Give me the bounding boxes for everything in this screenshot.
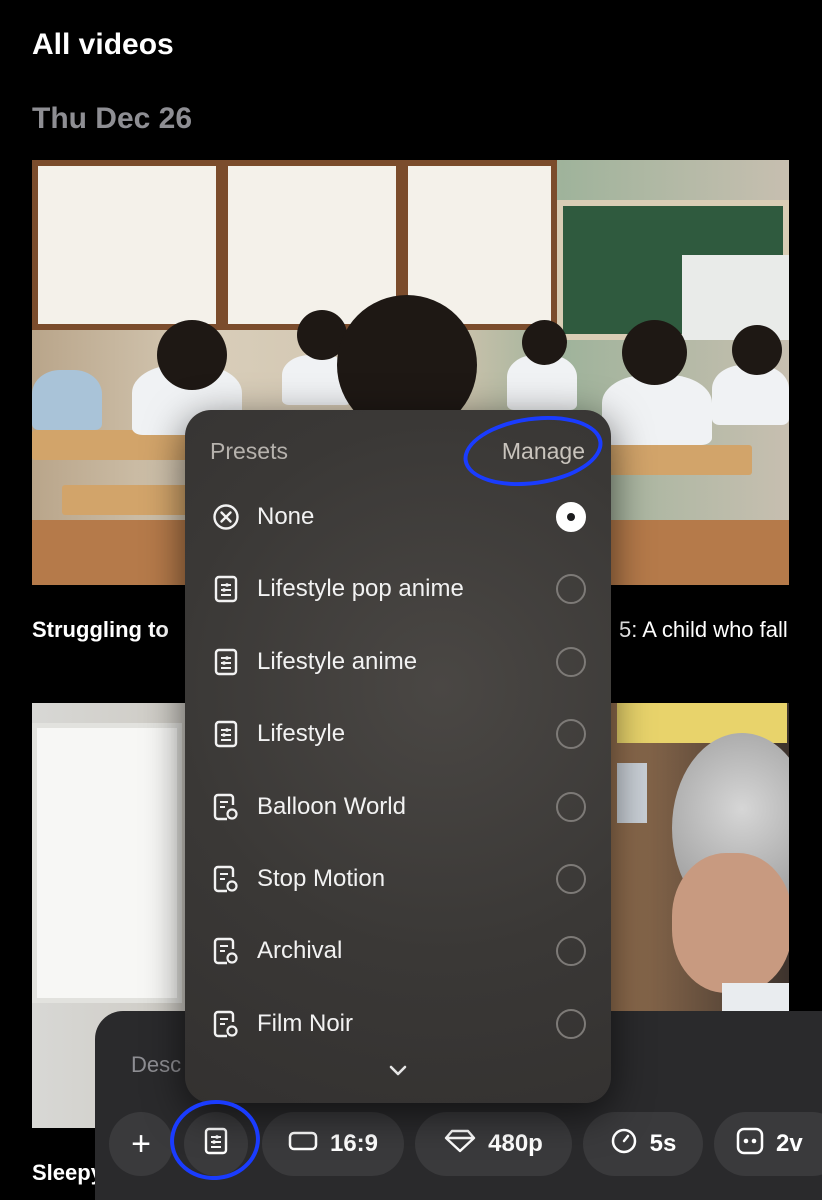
student-head [157, 320, 227, 390]
aspect-ratio-button[interactable]: 16:9 [262, 1112, 404, 1176]
variants-label: 2v [776, 1130, 803, 1157]
duration-label: 5s [649, 1130, 677, 1157]
preset-radio[interactable] [556, 574, 586, 605]
video-title[interactable]: Struggling to [32, 617, 169, 643]
student-head [732, 325, 782, 375]
preset-radio[interactable] [556, 864, 586, 894]
add-button[interactable]: + [109, 1112, 173, 1176]
plus-icon: + [131, 1124, 151, 1163]
preset-radio[interactable] [556, 646, 586, 677]
preset-label: Lifestyle anime [257, 647, 418, 675]
student-head [622, 320, 687, 385]
preset-radio[interactable] [556, 791, 586, 822]
preset-radio[interactable] [556, 936, 586, 967]
chevron-down-icon[interactable] [385, 1058, 411, 1084]
preset-radio[interactable] [556, 502, 586, 532]
preset-label: Film Noir [257, 1009, 353, 1037]
diamond-icon [444, 1129, 476, 1160]
preset-radio[interactable] [556, 719, 586, 750]
preset-option[interactable]: Lifestyle anime [185, 632, 611, 692]
preset-option[interactable]: Lifestyle pop anime [185, 559, 611, 619]
preset-option[interactable]: Stop Motion [185, 849, 611, 909]
resolution-label: 480p [488, 1130, 543, 1157]
resolution-button[interactable]: 480p [415, 1112, 572, 1176]
preset-label: Stop Motion [257, 865, 386, 892]
custom-preset-icon [212, 937, 240, 965]
student [602, 375, 712, 445]
preset-option[interactable]: Lifestyle [185, 704, 611, 764]
preset-option[interactable]: Archival [185, 921, 611, 981]
video-title[interactable]: Sleepy [32, 1160, 103, 1186]
preset-label: Balloon World [257, 792, 406, 820]
classroom-window [32, 723, 182, 1003]
prompt-input[interactable]: Desc [131, 1052, 181, 1078]
aspect-ratio-label: 16:9 [329, 1130, 379, 1157]
rectangle-icon [288, 1130, 318, 1158]
preset-label: Lifestyle pop anime [257, 575, 464, 603]
variants-button[interactable]: 2v [714, 1112, 822, 1176]
date-header: Thu Dec 26 [32, 102, 193, 135]
presets-menu: Presets Manage None Lifestyle pop anime Li… [185, 410, 611, 1103]
presets-menu-title: Presets [210, 438, 288, 464]
preset-option[interactable]: None [185, 487, 611, 547]
custom-preset-icon [212, 793, 240, 821]
manage-presets-button[interactable]: Manage [502, 438, 585, 465]
sliders-doc-icon [212, 720, 240, 748]
page-title: All videos [32, 28, 174, 61]
duration-button[interactable]: 5s [583, 1112, 703, 1176]
sliders-doc-icon [212, 648, 240, 676]
teacher-face [672, 853, 789, 993]
sliders-doc-icon [212, 575, 240, 603]
preset-label: None [257, 503, 315, 530]
classroom-window [32, 160, 222, 330]
preset-radio[interactable] [556, 1008, 586, 1039]
student [32, 370, 102, 430]
whiteboard [682, 255, 789, 340]
variants-icon [736, 1127, 764, 1162]
desk [62, 485, 202, 515]
preset-label: Archival [257, 937, 343, 965]
custom-preset-icon [212, 865, 240, 893]
video-title-continued[interactable]: 5: A child who fall [619, 617, 788, 643]
presets-button[interactable] [184, 1112, 248, 1176]
preset-option[interactable]: Balloon World [185, 777, 611, 837]
wall-poster [617, 763, 647, 823]
desk [602, 445, 752, 475]
student-head [522, 320, 567, 365]
custom-preset-icon [212, 1010, 240, 1038]
x-circle-icon [212, 503, 240, 531]
sliders-doc-icon [204, 1127, 228, 1162]
timer-icon [610, 1127, 638, 1162]
preset-option[interactable]: Film Noir [185, 994, 611, 1054]
preset-label: Lifestyle [257, 720, 346, 748]
